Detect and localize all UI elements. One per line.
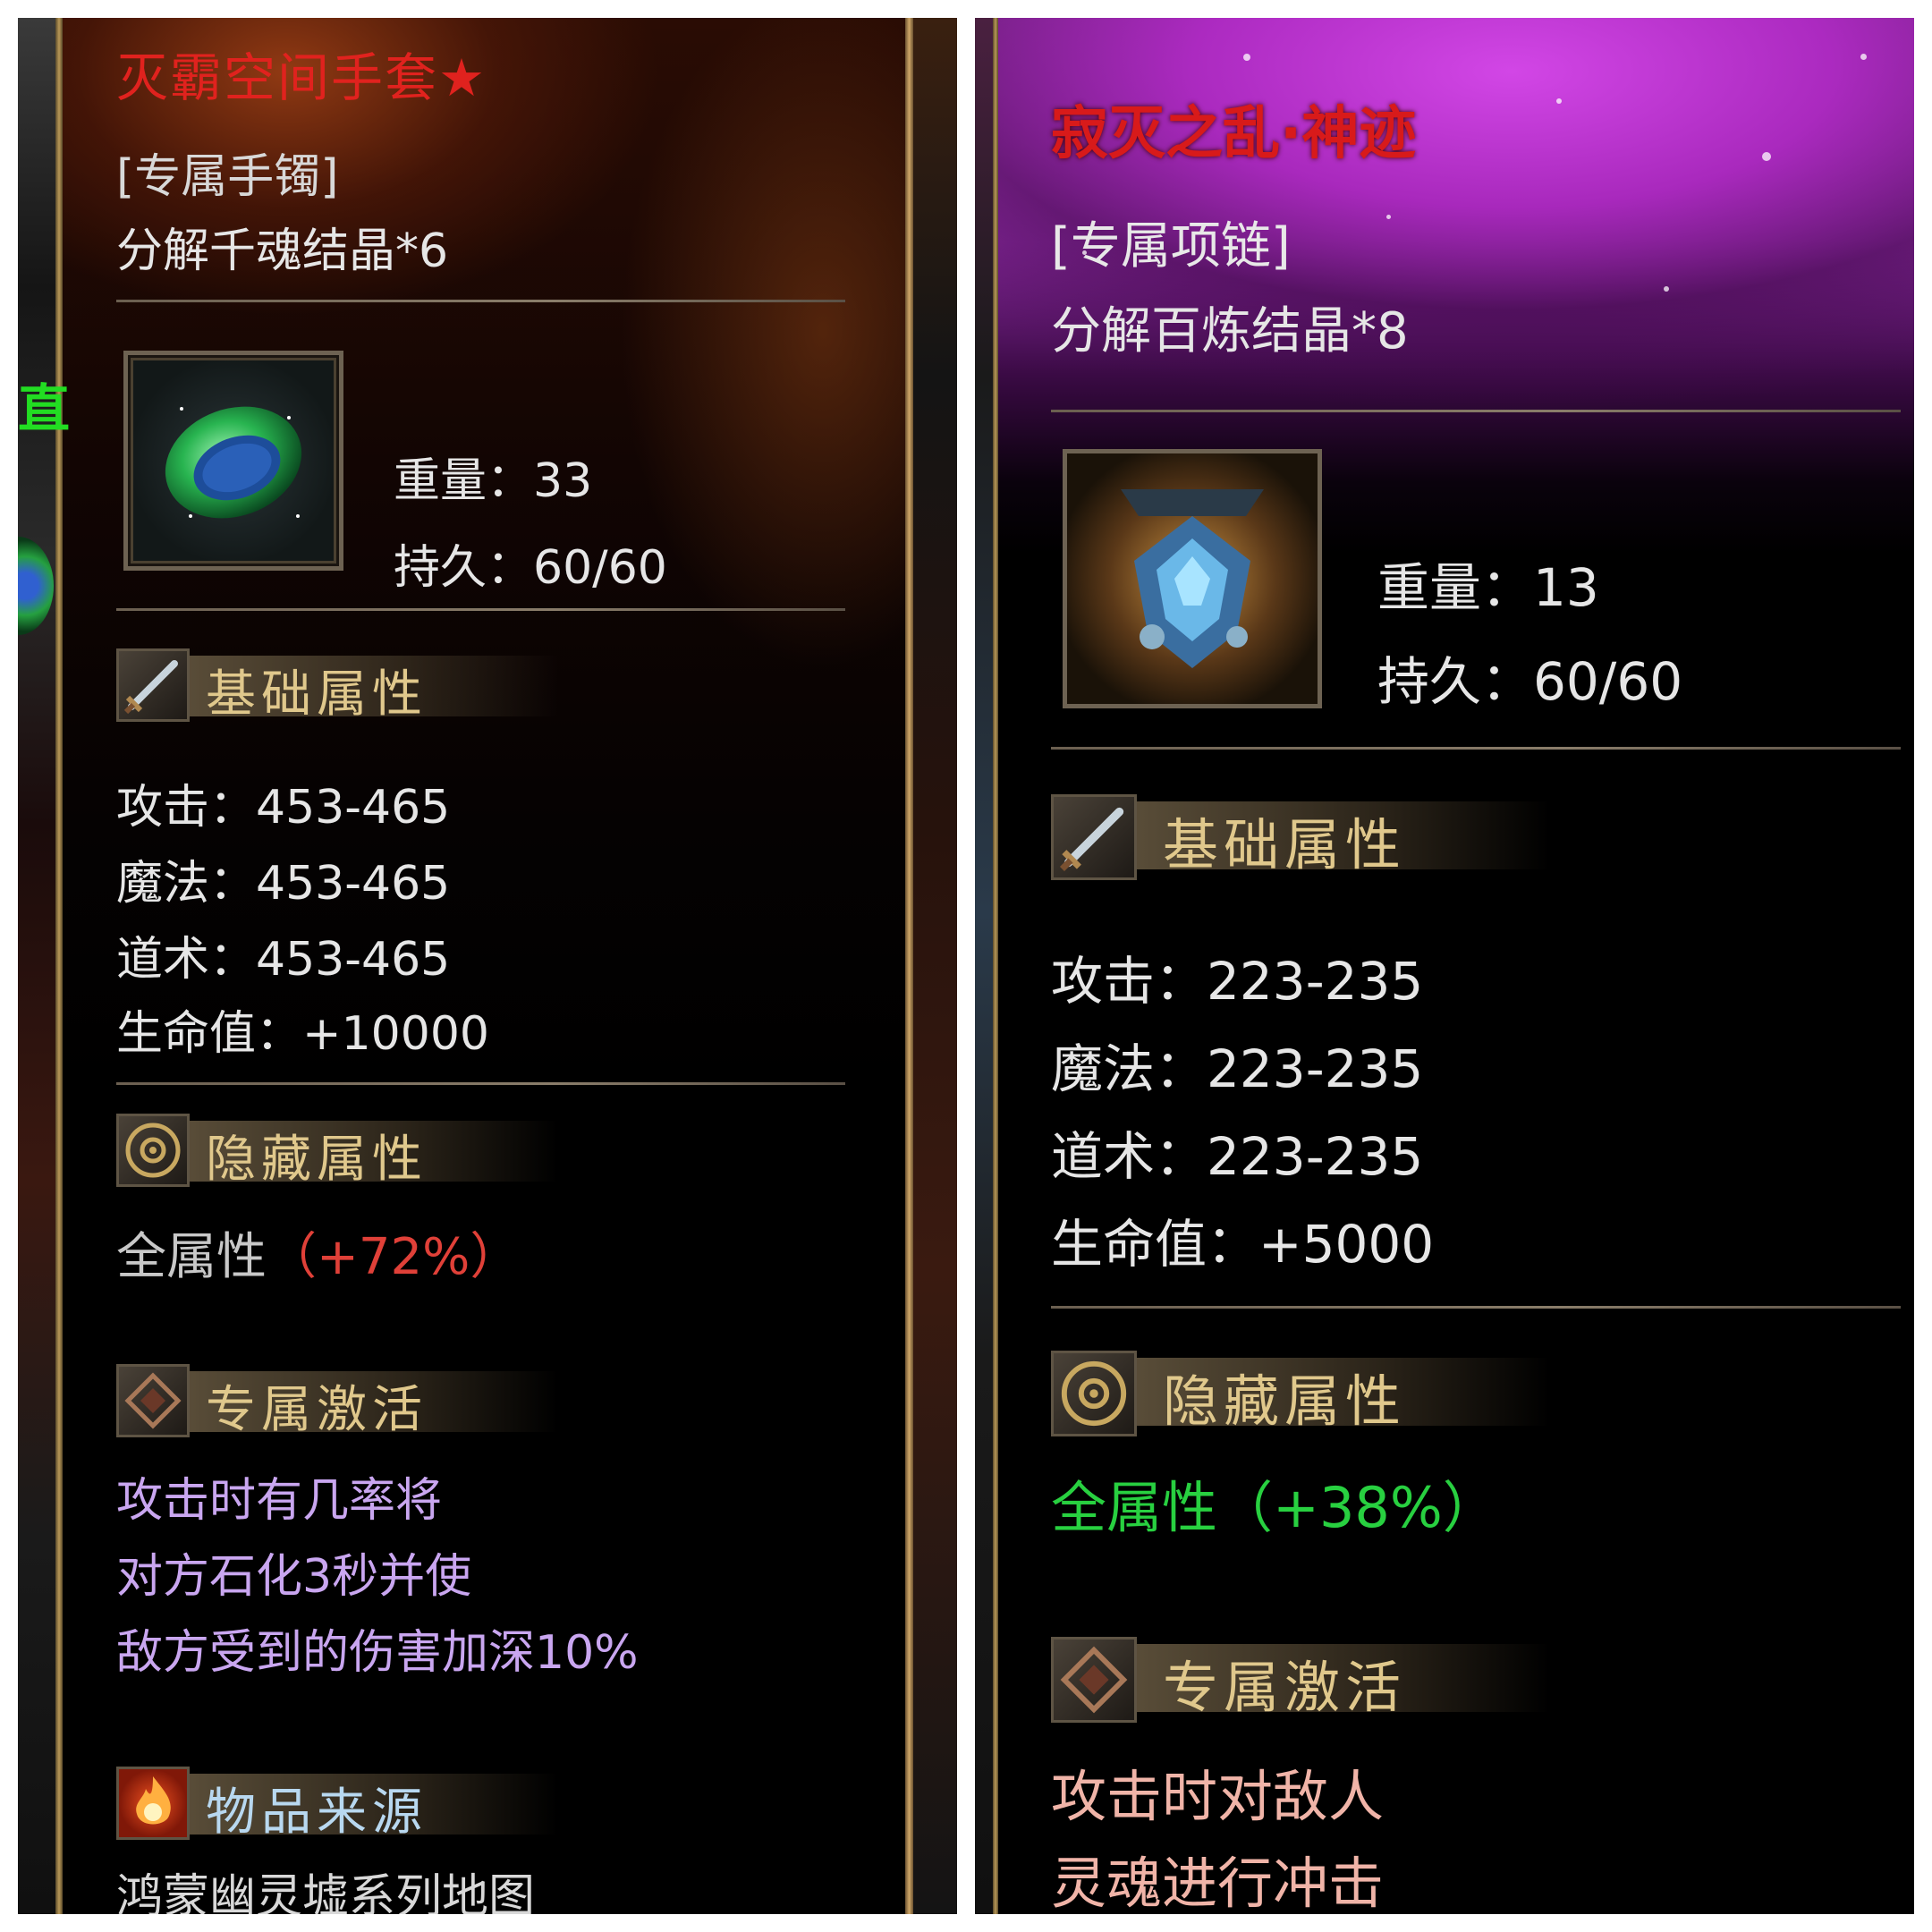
sparkle (1762, 152, 1771, 161)
hidden-value: （+72%） (267, 1228, 521, 1286)
divider (116, 1082, 845, 1085)
stat-attack-right: 攻击：223-235 (1051, 951, 1424, 1012)
base-attributes-header: 基础属性 (1051, 794, 1552, 880)
diamond-icon (116, 1364, 190, 1437)
hidden-attribute-left: 全属性（+72%） (116, 1216, 520, 1289)
divider (1051, 1306, 1901, 1309)
divider (116, 608, 845, 611)
right-item-tooltip: 寂灭之乱·神迹 [专属项链] 分解百炼结晶*8 重量：13 持久：60/60 基… (975, 18, 1914, 1914)
stat-hp-right: 生命值：+5000 (1051, 1214, 1435, 1275)
item-icon-right[interactable] (1063, 449, 1322, 708)
stat-hp-left: 生命值：+10000 (116, 1007, 489, 1061)
divider (1051, 747, 1901, 750)
left-game-ui-edge (975, 18, 998, 1914)
durability-left: 持久：60/60 (394, 541, 667, 595)
exclusive-activation-header: 专属激活 (116, 1364, 564, 1439)
item-type-right: [专属项链] (1051, 217, 1291, 275)
durability-right: 持久：60/60 (1377, 651, 1683, 712)
sword-icon (116, 648, 190, 722)
sparkle (1860, 54, 1867, 60)
stat-taoism-left: 道术：453-465 (116, 933, 451, 987)
decompose-info-left: 分解千魂结晶*6 (116, 225, 449, 278)
sparkle (1243, 54, 1250, 61)
section-title: 专属激活 (1163, 1655, 1407, 1720)
exclusive-line-3-left: 敌方受到的伤害加深10% (116, 1626, 639, 1680)
hidden-attribute-right: 全属性（+38%） (1051, 1475, 1498, 1540)
diamond-icon (1051, 1637, 1137, 1723)
stat-taoism-right: 道术：223-235 (1051, 1126, 1424, 1187)
divider (116, 300, 845, 302)
exclusive-line-2-right: 灵魂进行冲击 (1051, 1851, 1385, 1914)
exclusive-line-1-right: 攻击时对敌人 (1051, 1764, 1385, 1829)
left-item-tooltip: 直 灭霸空间手套★ [专属手镯] 分解千魂结晶*6 重量：33 持久：60/60 (18, 18, 957, 1914)
crystal-necklace-icon (1067, 453, 1318, 704)
decompose-info-right: 分解百炼结晶*8 (1051, 302, 1409, 360)
exclusive-line-1-left: 攻击时有几率将 (116, 1474, 443, 1528)
stat-magic-left: 魔法：453-465 (116, 857, 451, 911)
hidden-label: 全属性 (116, 1228, 267, 1286)
gear-icon (1051, 1351, 1137, 1436)
item-icon-left[interactable] (123, 351, 343, 571)
sword-icon (1051, 794, 1137, 880)
item-type-left: [专属手镯] (116, 150, 339, 204)
section-title: 基础属性 (206, 665, 428, 724)
sparkle (1556, 98, 1562, 104)
item-name-left: 灭霸空间手套★ (116, 47, 487, 108)
weight-left: 重量：33 (394, 454, 593, 508)
divider (1051, 410, 1901, 412)
section-title: 隐藏属性 (206, 1131, 428, 1189)
section-title: 隐藏属性 (1163, 1368, 1407, 1434)
flame-icon (116, 1767, 190, 1840)
item-name-right: 寂灭之乱·神迹 (1051, 101, 1417, 167)
sparkle (1386, 215, 1391, 219)
jade-bracelet-icon (165, 406, 302, 519)
edge-text: 直 (18, 378, 71, 439)
exclusive-line-2-left: 对方石化3秒并使 (116, 1550, 472, 1604)
section-title: 基础属性 (1163, 812, 1407, 877)
section-title: 专属激活 (206, 1381, 428, 1439)
sparkle (1664, 286, 1669, 292)
stat-attack-left: 攻击：453-465 (116, 781, 451, 835)
section-title: 物品来源 (206, 1784, 428, 1842)
hidden-attributes-header: 隐藏属性 (116, 1114, 564, 1189)
item-source-header: 物品来源 (116, 1767, 564, 1842)
right-game-ui-edge (905, 18, 957, 1914)
stat-magic-right: 魔法：223-235 (1051, 1038, 1424, 1099)
exclusive-activation-header: 专属激活 (1051, 1637, 1552, 1723)
left-game-ui-edge (18, 18, 63, 1914)
gear-icon (116, 1114, 190, 1187)
hidden-attributes-header: 隐藏属性 (1051, 1351, 1552, 1436)
base-attributes-header: 基础属性 (116, 648, 564, 724)
weight-right: 重量：13 (1377, 557, 1599, 618)
item-source-text: 鸿蒙幽灵墟系列地图 (116, 1870, 536, 1914)
